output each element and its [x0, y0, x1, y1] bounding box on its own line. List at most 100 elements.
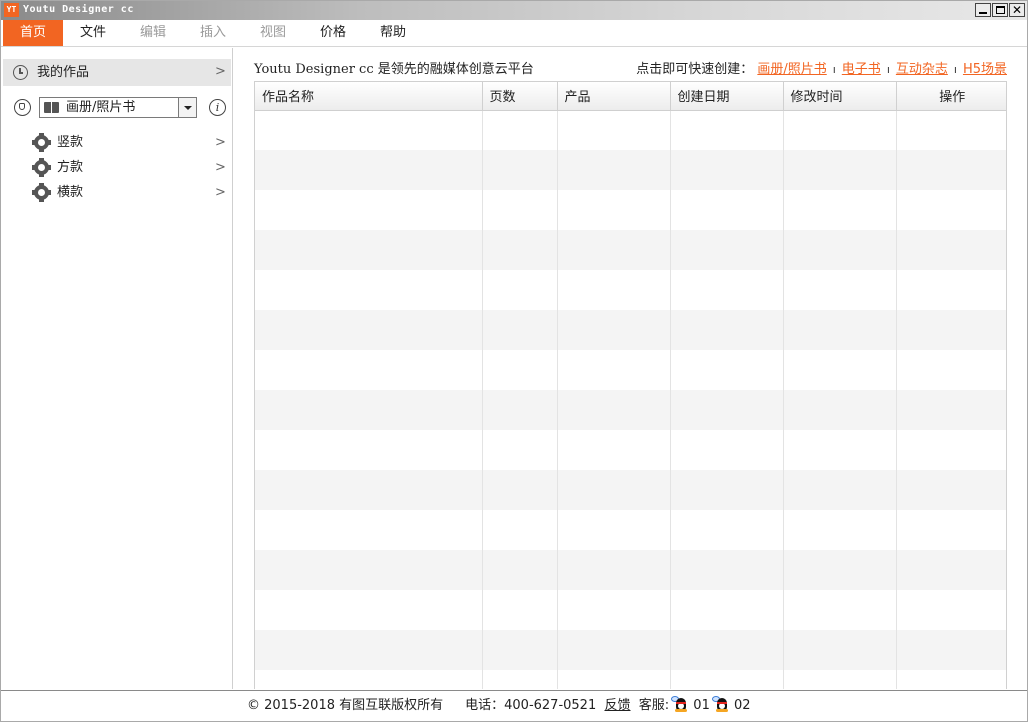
table-cell [557, 270, 671, 310]
table-cell [783, 670, 897, 689]
product-type-select[interactable]: 画册/照片书 [39, 97, 197, 118]
quick-create-bar: 点击即可快速创建： 画册/照片书 ı 电子书 ı 互动杂志 ı H5场景 [636, 58, 1007, 77]
table-cell [482, 430, 558, 470]
slogan-product-name: Youtu Designer cc [254, 62, 374, 77]
table-cell [783, 270, 897, 310]
chevron-right-icon: > [215, 160, 226, 175]
quick-create-h5-link[interactable]: H5场景 [963, 62, 1007, 77]
table-cell [557, 670, 671, 689]
table-cell [896, 390, 1006, 430]
table-cell [670, 110, 784, 150]
column-header-name[interactable]: 作品名称 [255, 82, 483, 111]
table-cell [255, 190, 483, 230]
copyright-text: © 2015-2018 有图互联版权所有 [247, 698, 444, 713]
column-header-product[interactable]: 产品 [557, 82, 671, 111]
table-cell [557, 470, 671, 510]
menu-item-view[interactable]: 视图 [243, 20, 303, 46]
title-bar[interactable]: YT Youtu Designer cc ✕ [1, 1, 1027, 20]
table-row [255, 150, 1006, 190]
table-cell [255, 670, 483, 689]
column-header-created[interactable]: 创建日期 [670, 82, 784, 111]
table-cell [482, 310, 558, 350]
platform-slogan: Youtu Designer cc 是领先的融媒体创意云平台 [254, 58, 534, 77]
table-cell [255, 430, 483, 470]
table-cell [783, 430, 897, 470]
table-cell [783, 190, 897, 230]
table-cell [896, 310, 1006, 350]
table-row [255, 550, 1006, 590]
table-cell [783, 510, 897, 550]
maximize-button[interactable] [992, 3, 1008, 17]
table-row [255, 110, 1006, 150]
phone-text: 电话：400-627-0521 [465, 698, 597, 713]
table-cell [896, 430, 1006, 470]
sidebar-item-label: 竖款 [57, 135, 84, 150]
app-logo-icon: YT [4, 3, 19, 17]
column-header-pages[interactable]: 页数 [482, 82, 558, 111]
menu-item-insert[interactable]: 插入 [183, 20, 243, 46]
table-cell [670, 590, 784, 630]
table-cell [557, 230, 671, 270]
feedback-link[interactable]: 反馈 [604, 698, 630, 713]
table-cell [896, 630, 1006, 670]
table-cell [670, 510, 784, 550]
info-icon[interactable]: i [209, 99, 226, 116]
support-2-label[interactable]: 02 [734, 698, 751, 713]
sidebar-item-portrait[interactable]: 竖款 > [1, 130, 233, 155]
quick-create-magazine-link[interactable]: 互动杂志 [896, 62, 948, 77]
table-cell [255, 510, 483, 550]
quick-create-ebook-link[interactable]: 电子书 [842, 62, 881, 77]
table-cell [482, 270, 558, 310]
qq-penguin-icon[interactable] [671, 696, 689, 712]
table-row [255, 590, 1006, 630]
menu-item-help[interactable]: 帮助 [363, 20, 423, 46]
table-cell [670, 230, 784, 270]
table-cell [482, 110, 558, 150]
window-title: Youtu Designer cc [23, 4, 134, 15]
quick-create-label: 点击即可快速创建： [636, 62, 754, 77]
close-button[interactable]: ✕ [1009, 3, 1025, 17]
dropdown-arrow-icon[interactable] [178, 98, 196, 117]
minimize-button[interactable] [975, 3, 991, 17]
main-content: Youtu Designer cc 是领先的融媒体创意云平台 点击即可快速创建：… [234, 48, 1027, 689]
sidebar-item-landscape[interactable]: 横款 > [1, 180, 233, 205]
sidebar: 我的作品 > 画册/照片书 i 竖款 > 方款 > 横款 > [1, 48, 233, 689]
table-cell [896, 150, 1006, 190]
table-cell [896, 510, 1006, 550]
menu-item-home[interactable]: 首页 [3, 20, 63, 46]
separator: ı [953, 63, 957, 76]
support-1-label[interactable]: 01 [693, 698, 710, 713]
table-row [255, 510, 1006, 550]
chevron-right-icon: > [215, 64, 226, 79]
table-cell [482, 470, 558, 510]
table-row [255, 190, 1006, 230]
table-cell [557, 550, 671, 590]
table-cell [896, 110, 1006, 150]
book-icon [44, 102, 59, 113]
minimize-icon [979, 12, 987, 14]
column-header-modified[interactable]: 修改时间 [783, 82, 897, 111]
table-cell [482, 390, 558, 430]
column-header-actions: 操作 [896, 82, 1006, 111]
table-cell [896, 270, 1006, 310]
sidebar-item-my-works[interactable]: 我的作品 > [3, 59, 231, 86]
menu-item-file[interactable]: 文件 [63, 20, 123, 46]
table-row [255, 430, 1006, 470]
table-cell [482, 230, 558, 270]
qq-penguin-icon[interactable] [711, 696, 730, 712]
quick-create-album-link[interactable]: 画册/照片书 [757, 62, 826, 77]
table-row [255, 670, 1006, 689]
table-cell [482, 590, 558, 630]
slogan-text: 是领先的融媒体创意云平台 [373, 62, 534, 77]
table-row [255, 470, 1006, 510]
table-cell [482, 190, 558, 230]
table-cell [783, 590, 897, 630]
sidebar-item-square[interactable]: 方款 > [1, 155, 233, 180]
table-cell [557, 390, 671, 430]
menu-item-edit[interactable]: 编辑 [123, 20, 183, 46]
table-cell [255, 350, 483, 390]
table-cell [670, 550, 784, 590]
menu-item-pricing[interactable]: 价格 [303, 20, 363, 46]
table-cell [896, 670, 1006, 689]
shield-icon[interactable] [14, 99, 31, 116]
